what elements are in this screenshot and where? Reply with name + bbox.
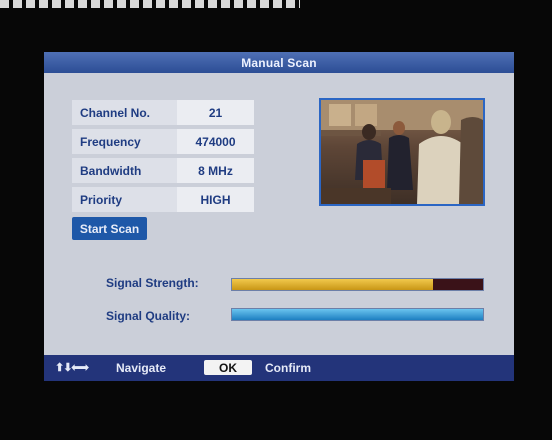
frequency-field[interactable]: Frequency 474000 [72,129,254,154]
page-title: Manual Scan [241,55,317,70]
signal-strength-bar [231,278,484,291]
frequency-value[interactable]: 474000 [177,129,254,154]
priority-label: Priority [80,193,123,207]
signal-quality-fill [232,309,483,320]
navigate-hint: Navigate [116,361,167,375]
video-preview [319,98,485,206]
confirm-hint: Confirm [265,361,311,375]
top-dashed-line [0,0,300,8]
bandwidth-value[interactable]: 8 MHz [177,158,254,183]
channel-no-label: Channel No. [80,106,151,120]
frequency-label: Frequency [80,135,141,149]
channel-no-value[interactable]: 21 [177,100,254,125]
signal-quality-bar [231,308,484,321]
help-bar: ⬆⬇⬅➡ Navigate OK Confirm [44,355,514,381]
channel-no-field[interactable]: Channel No. 21 [72,100,254,125]
start-scan-button[interactable]: Start Scan [72,217,147,240]
bandwidth-label: Bandwidth [80,164,142,178]
arrow-keys-icon: ⬆⬇⬅➡ [55,362,89,374]
signal-quality-label: Signal Quality: [106,309,191,323]
priority-field[interactable]: Priority HIGH [72,187,254,212]
signal-strength-fill [232,279,433,290]
bandwidth-field[interactable]: Bandwidth 8 MHz [72,158,254,183]
title-bar: Manual Scan [44,52,514,73]
ok-key-button[interactable]: OK [204,360,252,375]
priority-value[interactable]: HIGH [177,187,254,212]
manual-scan-panel: Manual Scan Channel No. 21 Frequency 474… [44,52,514,355]
signal-strength-label: Signal Strength: [106,276,199,290]
video-preview-image [321,100,483,204]
